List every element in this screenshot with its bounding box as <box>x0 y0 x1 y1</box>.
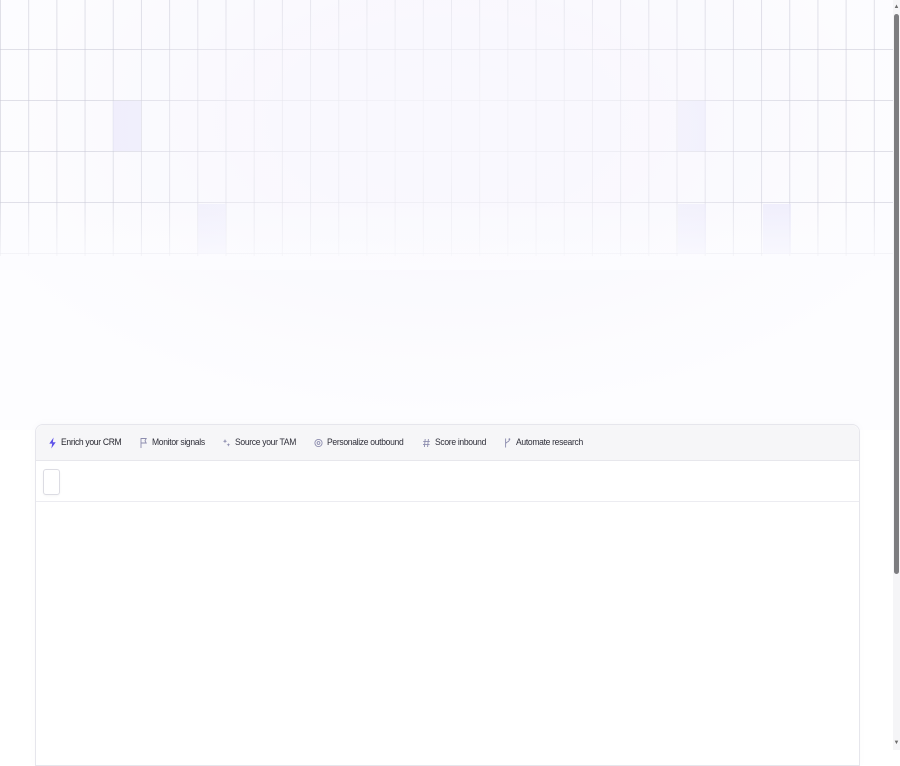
hero-bottom-fade <box>0 200 893 270</box>
toolbar-control[interactable] <box>43 469 60 495</box>
tab-score-inbound[interactable]: Score inbound <box>418 431 498 455</box>
tab-enrich-your-crm[interactable]: Enrich your CRM <box>44 431 134 455</box>
lightning-icon <box>48 437 57 449</box>
sparkle-icon <box>222 437 231 449</box>
use-case-panel: Enrich your CRM Monitor signals Source y… <box>35 424 860 766</box>
branch-icon <box>503 437 512 449</box>
tab-source-your-tam[interactable]: Source your TAM <box>218 431 309 455</box>
panel-content-area <box>36 502 859 764</box>
at-icon <box>313 437 323 449</box>
scroll-down-arrow-icon[interactable]: ▼ <box>893 738 900 748</box>
tab-label: Score inbound <box>435 437 487 448</box>
tab-label: Source your TAM <box>234 437 296 448</box>
tab-automate-research[interactable]: Automate research <box>499 431 596 455</box>
hero-background <box>0 0 893 430</box>
tab-personalize-outbound[interactable]: Personalize outbound <box>310 431 418 455</box>
tab-label: Automate research <box>516 437 584 448</box>
use-case-tab-bar: Enrich your CRM Monitor signals Source y… <box>36 425 859 461</box>
tab-label: Personalize outbound <box>326 437 404 448</box>
tab-monitor-signals[interactable]: Monitor signals <box>135 431 217 455</box>
page-scrollbar[interactable]: ▲ ▼ <box>893 0 900 750</box>
panel-toolbar <box>36 461 859 502</box>
scrollbar-thumb[interactable] <box>894 14 899 574</box>
tab-label: Enrich your CRM <box>61 437 122 448</box>
tab-label: Monitor signals <box>152 437 205 448</box>
flag-icon <box>139 437 148 449</box>
scroll-up-arrow-icon[interactable]: ▲ <box>893 2 900 12</box>
hash-icon <box>422 437 431 449</box>
